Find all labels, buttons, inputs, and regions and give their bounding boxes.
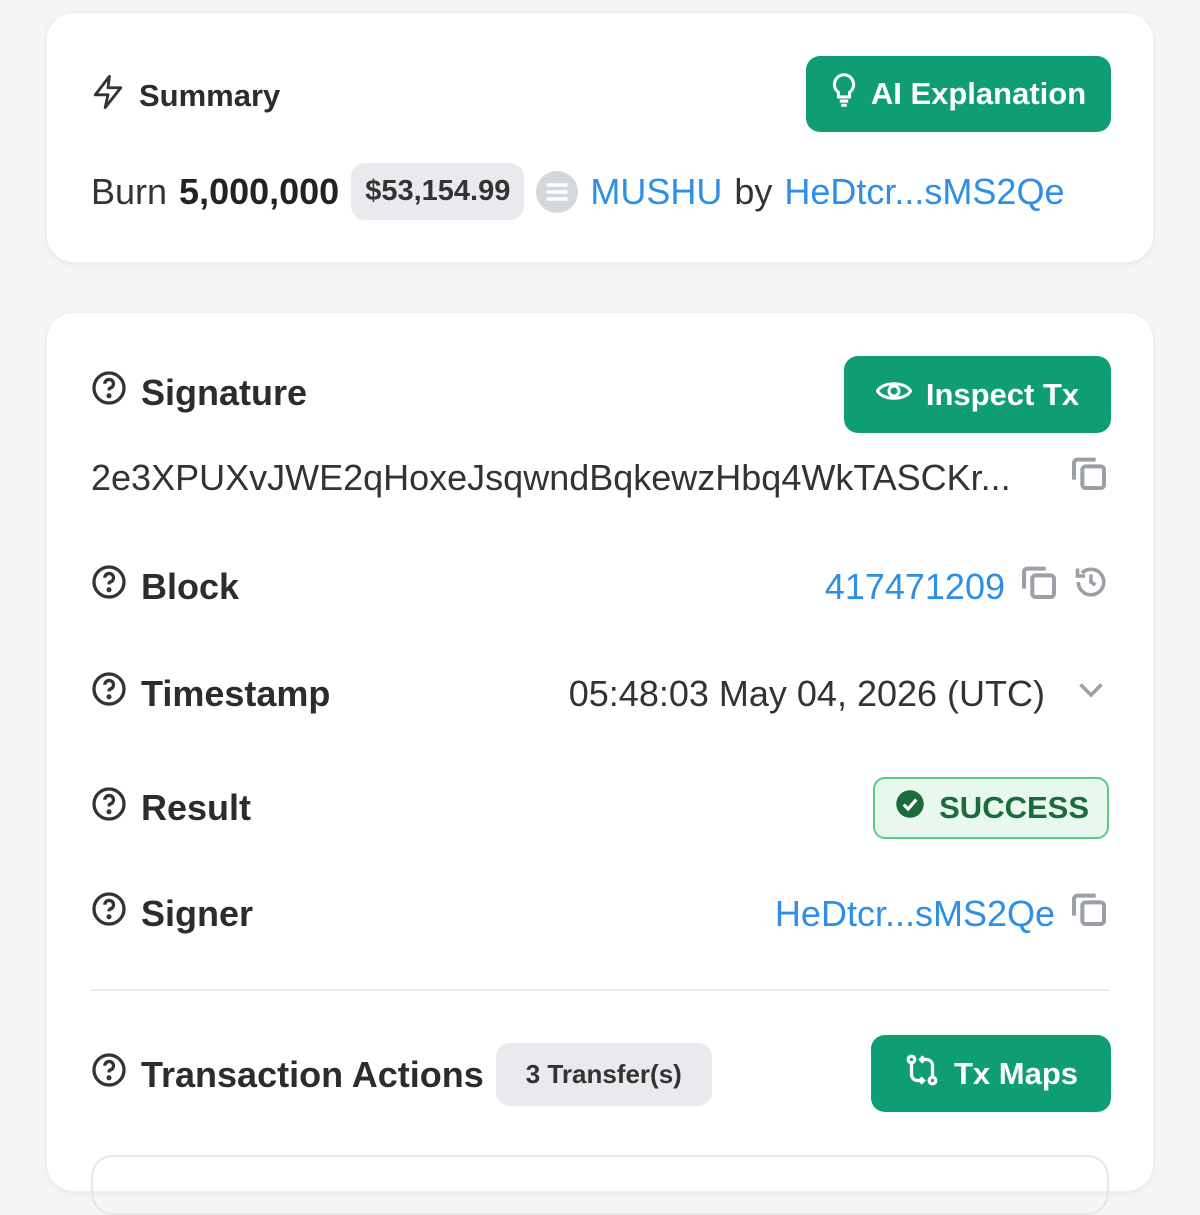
summary-card: Summary AI Explanation Burn 5,000,000 $5… bbox=[46, 12, 1154, 263]
signer-label: Signer bbox=[141, 892, 254, 934]
help-icon[interactable] bbox=[91, 891, 127, 936]
ai-explanation-label: AI Explanation bbox=[870, 76, 1087, 111]
summary-title: Summary bbox=[139, 78, 281, 113]
block-label: Block bbox=[141, 565, 240, 607]
signature-value-row: 2e3XPUXvJWE2qHoxeJsqwndBqkewzHbq4WkTASCK… bbox=[91, 453, 1109, 502]
inspect-tx-button[interactable]: Inspect Tx bbox=[844, 356, 1111, 433]
check-circle-icon bbox=[895, 789, 925, 827]
signature-label: Signature bbox=[141, 371, 308, 413]
block-link[interactable]: 417471209 bbox=[825, 566, 1005, 608]
help-icon[interactable] bbox=[91, 564, 127, 609]
timestamp-value: 05:48:03 May 04, 2026 (UTC) bbox=[568, 672, 1045, 714]
eye-icon bbox=[875, 377, 913, 413]
summary-line: Burn 5,000,000 $53,154.99 MUSHU by HeDtc… bbox=[91, 163, 1109, 220]
status-text: SUCCESS bbox=[939, 790, 1089, 825]
transfer-count-badge: 3 Transfer(s) bbox=[495, 1043, 712, 1106]
copy-icon[interactable] bbox=[1069, 453, 1109, 502]
chevron-down-icon[interactable] bbox=[1073, 671, 1109, 716]
transaction-actions-label: Transaction Actions bbox=[141, 1053, 484, 1095]
tx-maps-button[interactable]: Tx Maps bbox=[871, 1035, 1111, 1112]
tx-maps-label: Tx Maps bbox=[953, 1055, 1079, 1091]
timestamp-row: Timestamp 05:48:03 May 04, 2026 (UTC) bbox=[91, 671, 1109, 716]
usd-value-badge: $53,154.99 bbox=[351, 163, 525, 220]
lightning-icon bbox=[91, 73, 125, 119]
action-text: Burn bbox=[91, 170, 168, 212]
token-icon bbox=[536, 170, 579, 213]
result-row: Result SUCCESS bbox=[91, 777, 1109, 839]
block-row: Block 417471209 bbox=[91, 562, 1109, 611]
help-icon[interactable] bbox=[91, 370, 127, 415]
copy-icon[interactable] bbox=[1019, 562, 1059, 611]
lightbulb-icon bbox=[831, 72, 857, 116]
signer-link-summary[interactable]: HeDtcr...sMS2Qe bbox=[784, 171, 1064, 213]
help-icon[interactable] bbox=[91, 786, 127, 831]
inspect-tx-label: Inspect Tx bbox=[925, 376, 1080, 412]
details-card: Signature Inspect Tx 2e3XPUXvJWE2qHoxeJs… bbox=[46, 312, 1154, 1215]
timestamp-label: Timestamp bbox=[141, 672, 331, 714]
copy-icon[interactable] bbox=[1069, 889, 1109, 938]
burn-amount: 5,000,000 bbox=[179, 170, 340, 212]
divider bbox=[91, 989, 1109, 991]
by-text: by bbox=[734, 170, 773, 212]
token-link[interactable]: MUSHU bbox=[590, 171, 722, 213]
result-label: Result bbox=[141, 787, 252, 828]
history-icon[interactable] bbox=[1073, 564, 1109, 609]
signature-value: 2e3XPUXvJWE2qHoxeJsqwndBqkewzHbq4WkTASCK… bbox=[91, 456, 1011, 498]
help-icon[interactable] bbox=[91, 671, 127, 716]
transfer-arrows-icon bbox=[904, 1052, 940, 1096]
help-icon[interactable] bbox=[91, 1052, 127, 1097]
transaction-actions-list bbox=[91, 1155, 1109, 1215]
signer-link[interactable]: HeDtcr...sMS2Qe bbox=[775, 893, 1055, 935]
signer-row: Signer HeDtcr...sMS2Qe bbox=[91, 889, 1109, 938]
ai-explanation-button[interactable]: AI Explanation bbox=[806, 56, 1111, 132]
status-badge: SUCCESS bbox=[873, 777, 1109, 839]
